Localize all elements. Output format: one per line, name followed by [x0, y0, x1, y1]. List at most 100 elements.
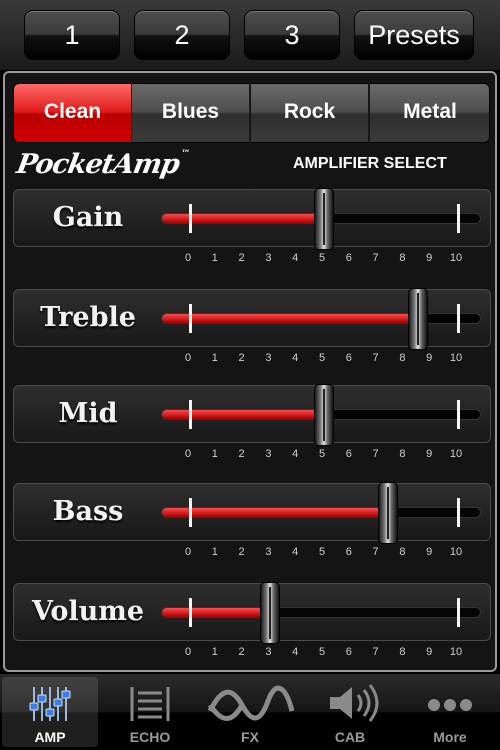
amp-tab-clean[interactable]: Clean — [14, 84, 132, 142]
tab-fx-label: FX — [241, 729, 259, 745]
scale-label: 4 — [292, 448, 299, 460]
preset-button-1[interactable]: 1 — [24, 10, 120, 60]
scale-label: 5 — [318, 352, 326, 364]
scale-label: 10 — [449, 448, 463, 460]
scale-label: 1 — [211, 252, 218, 264]
tab-fx[interactable]: FX — [202, 677, 298, 747]
presets-button[interactable]: Presets — [354, 10, 474, 60]
scale-label: 0 — [184, 546, 192, 558]
knob-row-bass: Bass — [13, 482, 491, 544]
min-tick — [189, 304, 192, 333]
slider-thumb[interactable] — [378, 482, 399, 544]
slider-thumb[interactable] — [314, 188, 334, 250]
scale-label: 2 — [238, 546, 245, 558]
tab-echo[interactable]: ECHO — [102, 677, 198, 747]
scale-label: 10 — [449, 546, 463, 558]
scale-label: 3 — [265, 352, 272, 364]
slider-fill — [162, 410, 324, 419]
min-tick — [189, 498, 192, 527]
scale-label: 10 — [449, 352, 463, 364]
scale-label: 1 — [211, 352, 218, 364]
scale-label: 6 — [345, 448, 352, 460]
scale-label: 7 — [372, 252, 379, 264]
amp-tab-blues[interactable]: Blues — [132, 84, 250, 142]
scale-label: 0 — [184, 448, 192, 460]
scale-label: 4 — [292, 546, 299, 558]
scale-label: 8 — [399, 252, 406, 264]
min-tick — [189, 598, 192, 627]
bottom-tab-bar: AMP ECHO FX CAB More — [0, 674, 500, 750]
echo-icon — [130, 687, 170, 721]
scale-label: 5 — [318, 252, 326, 264]
presets-bar: 1 2 3 Presets — [0, 0, 500, 70]
scale-label: 4 — [292, 646, 299, 658]
slider-thumb[interactable] — [407, 288, 428, 350]
scale-label: 6 — [345, 546, 352, 558]
wave-icon — [207, 685, 295, 721]
slider-fill — [162, 314, 418, 323]
knob-label: Bass — [52, 496, 124, 527]
slider-thumb[interactable] — [314, 384, 334, 446]
scale-label: 6 — [345, 352, 352, 364]
more-icon — [428, 699, 472, 711]
scale-label: 8 — [399, 352, 406, 364]
slider-track[interactable] — [161, 482, 481, 544]
scale-label: 10 — [449, 252, 463, 264]
knob-row-treble: Treble — [13, 288, 491, 350]
max-tick — [457, 204, 460, 233]
scale-label: 0 — [184, 646, 192, 658]
min-tick — [189, 204, 192, 233]
speaker-icon — [330, 684, 379, 722]
tab-more-label: More — [433, 729, 467, 745]
scale-label: 4 — [292, 252, 299, 264]
knob-label: Gain — [52, 202, 124, 233]
max-tick — [457, 598, 460, 627]
scale-label: 7 — [372, 352, 379, 364]
tab-cab[interactable]: CAB — [302, 677, 398, 747]
logo-trademark: ™ — [179, 149, 190, 159]
knob-row-mid: Mid — [13, 384, 491, 446]
scale-label: 8 — [399, 448, 406, 460]
scale-label: 2 — [238, 448, 245, 460]
tab-amp-label: AMP — [34, 729, 66, 745]
scale-label: 1 — [211, 546, 218, 558]
slider-track[interactable] — [161, 582, 481, 644]
slider-thumb[interactable] — [260, 582, 281, 644]
knob-row-volume: Volume — [13, 582, 491, 644]
slider-track[interactable] — [161, 188, 481, 250]
slider-fill — [162, 508, 389, 517]
amplifier-select-heading: AMPLIFIER SELECT — [293, 155, 447, 172]
slider-track[interactable] — [161, 384, 481, 446]
scale-label: 3 — [265, 448, 272, 460]
slider-fill — [162, 608, 271, 617]
scale-label: 6 — [345, 646, 352, 658]
scale-label: 2 — [238, 352, 245, 364]
scale-label: 9 — [426, 448, 433, 460]
scale-label: 7 — [372, 646, 379, 658]
scale-label: 0 — [184, 252, 192, 264]
tab-more[interactable]: More — [402, 677, 498, 747]
max-tick — [457, 400, 460, 429]
preset-button-2[interactable]: 2 — [134, 10, 230, 60]
scale-label: 9 — [426, 546, 433, 558]
scale-label: 5 — [318, 646, 326, 658]
scale-label: 1 — [211, 646, 218, 658]
scale-label: 7 — [372, 546, 379, 558]
scale-label: 9 — [426, 352, 433, 364]
scale-label: 9 — [426, 252, 433, 264]
amp-tab-metal[interactable]: Metal — [370, 84, 489, 142]
scale-label: 3 — [265, 546, 272, 558]
knob-label: Volume — [31, 596, 145, 627]
logo-text: PocketAmp — [14, 149, 182, 180]
slider-track[interactable] — [161, 288, 481, 350]
amp-tab-rock[interactable]: Rock — [251, 84, 369, 142]
scale-label: 8 — [399, 546, 406, 558]
scale-label: 5 — [318, 546, 326, 558]
knob-label: Mid — [58, 398, 118, 429]
tab-amp[interactable]: AMP — [2, 677, 98, 747]
preset-button-3[interactable]: 3 — [244, 10, 340, 60]
scale-label: 4 — [292, 352, 299, 364]
scale-label: 3 — [265, 646, 272, 658]
knob-label: Treble — [40, 302, 136, 333]
sliders-icon — [29, 687, 71, 721]
